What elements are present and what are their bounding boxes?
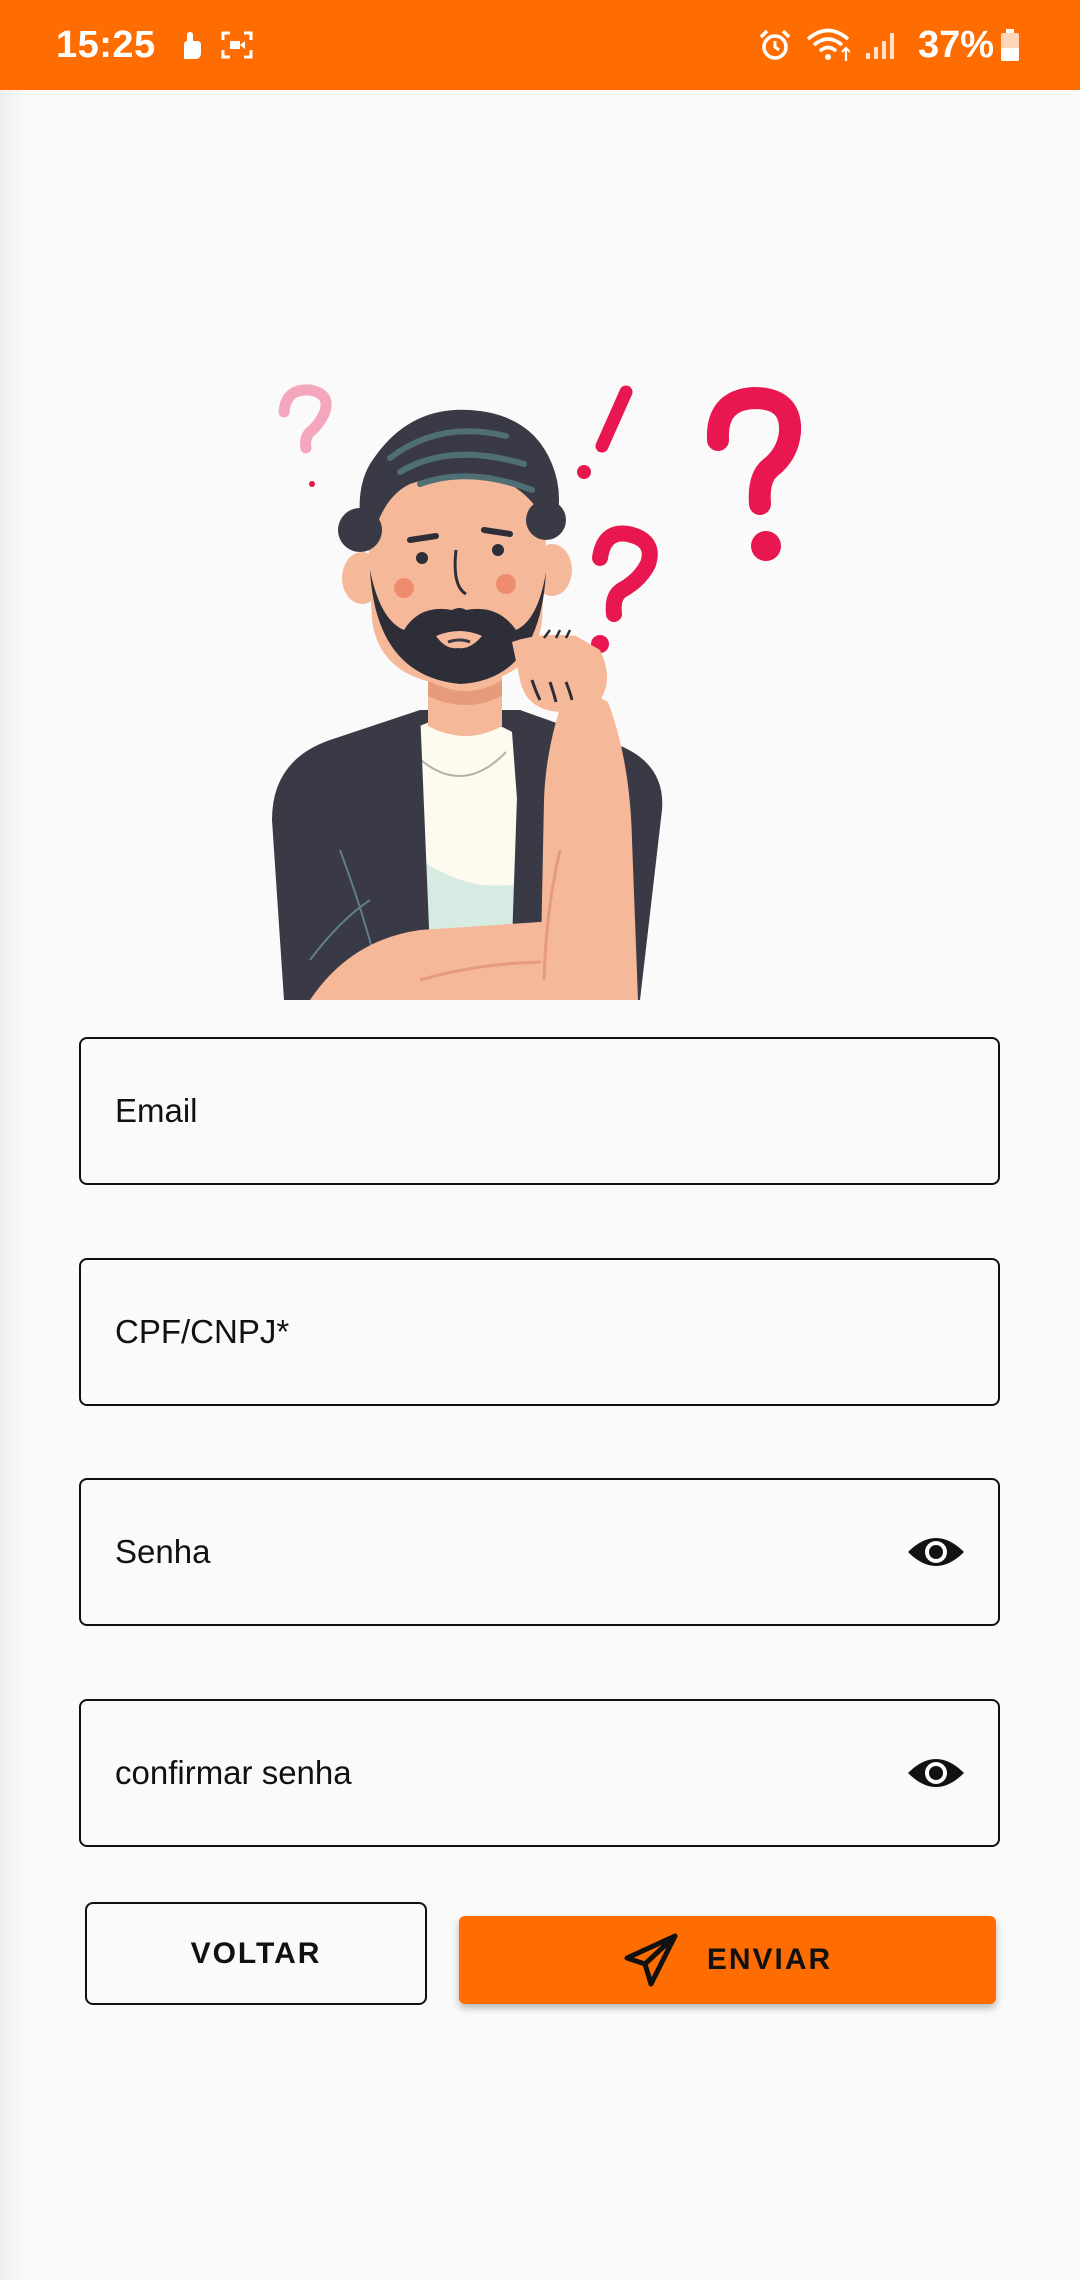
screen-record-icon bbox=[220, 30, 254, 60]
drawer-edge bbox=[0, 90, 24, 2280]
pink-question-mark-icon bbox=[278, 384, 332, 487]
back-button[interactable]: VOLTAR bbox=[85, 1902, 427, 2005]
confirm-password-label: confirmar senha bbox=[115, 1754, 352, 1791]
status-bar: 15:25 37% bbox=[0, 0, 1080, 90]
confirm-password-field[interactable]: confirmar senha bbox=[79, 1699, 1000, 1847]
wifi-icon bbox=[806, 28, 850, 62]
send-button[interactable]: ENVIAR bbox=[459, 1916, 996, 2004]
cpf-cnpj-label: CPF/CNPJ* bbox=[115, 1313, 290, 1350]
send-button-label: ENVIAR bbox=[706, 1943, 833, 1976]
red-question-mark-icon bbox=[706, 386, 802, 561]
thinking-man-illustration bbox=[272, 384, 802, 1000]
paper-plane-icon bbox=[623, 1932, 679, 1988]
battery-icon bbox=[1000, 28, 1020, 62]
signal-icon bbox=[864, 29, 898, 61]
hand-icon bbox=[176, 29, 206, 61]
show-confirm-password-eye-icon[interactable] bbox=[906, 1753, 966, 1793]
show-password-eye-icon[interactable] bbox=[906, 1532, 966, 1572]
email-field[interactable]: Email bbox=[79, 1037, 1000, 1185]
status-time: 15:25 bbox=[56, 23, 156, 66]
back-button-label: VOLTAR bbox=[190, 1936, 322, 1970]
status-left: 15:25 bbox=[56, 24, 268, 67]
email-label: Email bbox=[115, 1092, 198, 1129]
small-red-question-mark-icon bbox=[591, 525, 658, 653]
battery-percentage: 37% bbox=[917, 23, 994, 66]
alarm-icon bbox=[758, 28, 792, 62]
password-field[interactable]: Senha bbox=[79, 1478, 1000, 1626]
password-label: Senha bbox=[115, 1533, 211, 1570]
status-right: 37% bbox=[758, 24, 1034, 67]
cpf-cnpj-field[interactable]: CPF/CNPJ* bbox=[79, 1258, 1000, 1406]
exclamation-icon bbox=[577, 385, 633, 479]
